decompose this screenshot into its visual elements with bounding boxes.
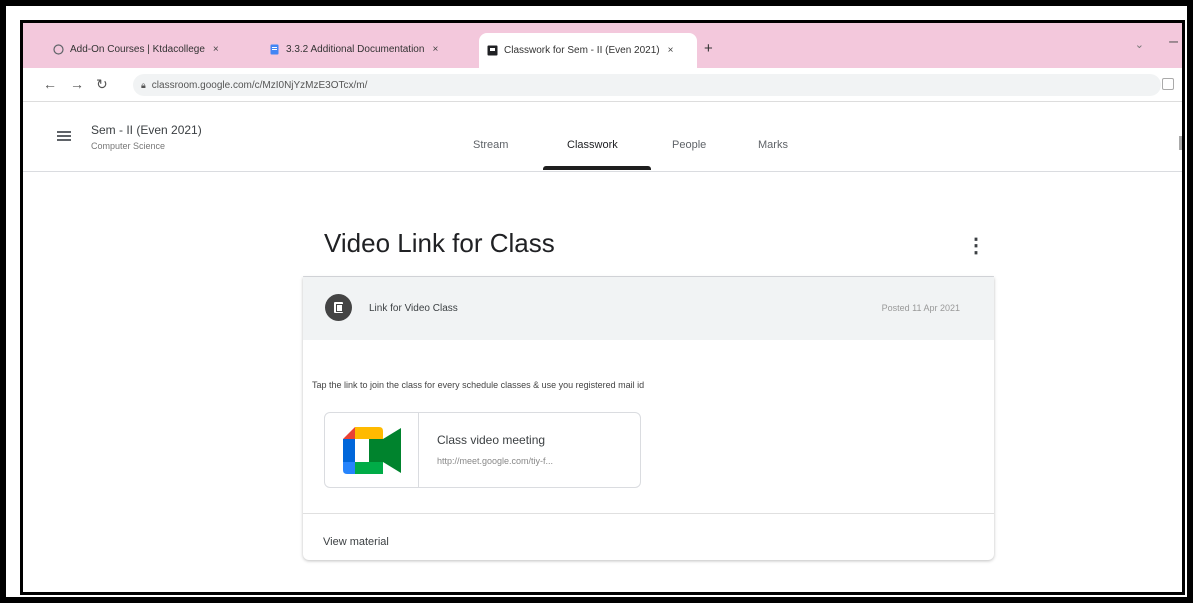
browser-tab-label: Classwork for Sem - II (Even 2021) — [504, 45, 660, 56]
browser-tab-2[interactable]: 3.3.2 Additional Documentation × — [261, 34, 446, 64]
tab-people[interactable]: People — [672, 139, 706, 151]
forward-arrow-icon[interactable]: → — [70, 76, 84, 92]
tab-search-chevron-icon[interactable]: ⌄ — [1135, 38, 1144, 51]
posted-date: Posted 11 Apr 2021 — [881, 303, 960, 313]
class-title[interactable]: Sem - II (Even 2021) — [91, 123, 202, 137]
card-divider — [303, 513, 994, 514]
meet-attachment[interactable]: Class video meeting http://meet.google.c… — [324, 412, 641, 488]
material-title: Link for Video Class — [369, 303, 458, 314]
document-icon — [269, 44, 280, 55]
material-description: Tap the link to join the class for every… — [312, 380, 645, 390]
browser-tab-1[interactable]: Add-On Courses | Ktdacollege × — [45, 34, 227, 64]
page-title: Video Link for Class — [324, 228, 555, 258]
reload-icon[interactable]: ↻ — [96, 76, 108, 93]
meet-thumbnail — [325, 413, 419, 487]
screenshot-inner-frame: Add-On Courses | Ktdacollege × 3.3.2 Add… — [20, 20, 1185, 595]
tab-classwork[interactable]: Classwork — [567, 139, 618, 151]
google-meet-icon — [343, 427, 401, 474]
hamburger-menu-icon[interactable] — [57, 131, 71, 141]
active-tab-indicator — [543, 166, 651, 170]
header-edge-icon — [1179, 136, 1182, 150]
classroom-icon — [487, 45, 498, 56]
globe-icon — [53, 43, 64, 55]
browser-tab-strip: Add-On Courses | Ktdacollege × 3.3.2 Add… — [23, 23, 1182, 68]
classroom-header: Sem - II (Even 2021) Computer Science St… — [23, 102, 1182, 172]
attachment-title: Class video meeting — [437, 433, 546, 447]
screenshot-outer-frame: Add-On Courses | Ktdacollege × 3.3.2 Add… — [0, 0, 1193, 603]
browser-tab-3-active[interactable]: Classwork for Sem - II (Even 2021) × — [479, 33, 697, 68]
tab-marks[interactable]: Marks — [758, 139, 788, 151]
more-options-icon[interactable]: ⋮ — [966, 233, 986, 258]
browser-toolbar: ← → ↻ 🔒︎ classroom.google.com/c/MzI0NjYz… — [23, 68, 1182, 102]
back-arrow-icon[interactable]: ← — [43, 76, 57, 92]
browser-tab-label: 3.3.2 Additional Documentation — [286, 43, 425, 55]
tab-stream[interactable]: Stream — [473, 139, 508, 151]
view-material-link[interactable]: View material — [323, 536, 389, 548]
browser-tab-label: Add-On Courses | Ktdacollege — [70, 43, 205, 55]
address-bar[interactable]: 🔒︎ classroom.google.com/c/MzI0NjYzMzE3OT… — [133, 74, 1161, 96]
minimize-icon[interactable]: – — [1169, 33, 1178, 51]
attachment-url: http://meet.google.com/tiy-f... — [437, 456, 554, 466]
material-card: Link for Video Class Posted 11 Apr 2021 … — [303, 277, 994, 560]
new-tab-icon[interactable]: + — [704, 40, 713, 57]
close-tab-icon[interactable]: × — [213, 44, 219, 55]
material-icon — [325, 294, 352, 321]
material-card-header: Link for Video Class Posted 11 Apr 2021 — [303, 277, 994, 340]
extension-icon[interactable] — [1162, 78, 1174, 90]
close-tab-icon[interactable]: × — [432, 44, 438, 55]
url-text: classroom.google.com/c/MzI0NjYzMzE3OTcx/… — [151, 79, 368, 91]
class-subtitle: Computer Science — [91, 141, 166, 151]
close-tab-icon[interactable]: × — [668, 45, 674, 56]
lock-icon: 🔒︎ — [141, 79, 146, 90]
